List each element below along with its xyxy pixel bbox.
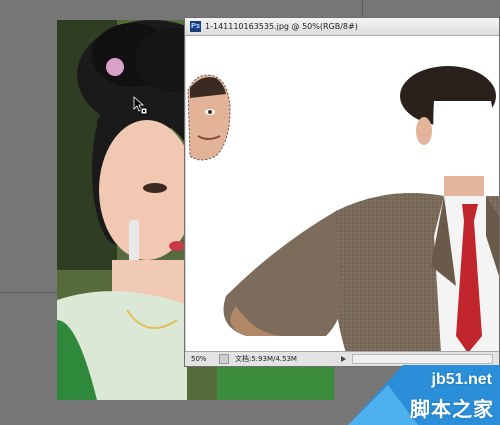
watermark-domain: jb51.net: [431, 371, 492, 388]
horizontal-scrollbar[interactable]: [352, 354, 493, 364]
status-menu-button[interactable]: [219, 354, 229, 364]
move-cursor-icon: [133, 96, 148, 115]
man-in-suit-illustration: [187, 66, 499, 353]
image-canvas[interactable]: [186, 36, 499, 353]
document-title: 1-141110163535.jpg @ 50%(RGB/8#): [205, 22, 358, 31]
watermark: jb51.net 脚本之家: [348, 365, 500, 425]
zoom-level-field[interactable]: 50%: [191, 355, 213, 363]
watermark-site-name: 脚本之家: [410, 397, 494, 421]
status-bar: 50% 文档:5.93M/4.53M: [185, 351, 499, 366]
status-arrow-icon[interactable]: [341, 356, 346, 362]
photoshop-icon: Ps: [190, 21, 201, 32]
document-titlebar[interactable]: Ps 1-141110163535.jpg @ 50%(RGB/8#): [185, 18, 499, 36]
document-size-info: 文档:5.93M/4.53M: [235, 355, 297, 363]
document-window[interactable]: Ps 1-141110163535.jpg @ 50%(RGB/8#) 50% …: [184, 17, 500, 367]
